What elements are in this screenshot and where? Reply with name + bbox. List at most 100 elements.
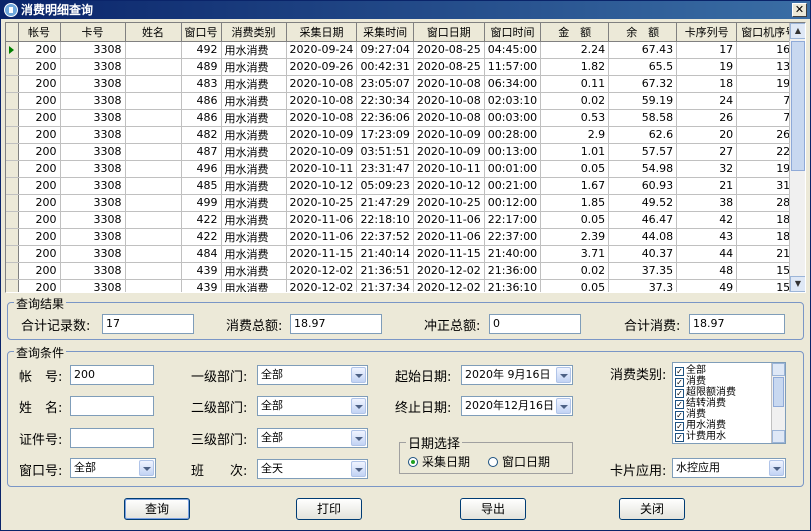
table-cell[interactable]: 23:05:07	[356, 75, 414, 93]
table-cell[interactable]: 492	[181, 41, 222, 59]
table-cell[interactable]: 0.02	[540, 92, 610, 110]
table-cell[interactable]: 2020-10-25	[413, 194, 485, 212]
table-cell[interactable]: 48	[676, 262, 738, 280]
col-header-card-seq[interactable]: 卡序列号	[676, 23, 738, 42]
table-cell[interactable]: 2020-12-02	[286, 279, 358, 292]
date-option-collect[interactable]: 采集日期	[408, 453, 470, 470]
table-cell[interactable]: 21:47:29	[356, 194, 414, 212]
table-cell[interactable]: 用水消费	[221, 211, 287, 229]
table-cell[interactable]: 37.3	[608, 279, 678, 292]
row-header[interactable]	[6, 92, 19, 110]
table-cell[interactable]: 用水消费	[221, 92, 287, 110]
col-header-account[interactable]: 帐号	[18, 23, 61, 42]
category-item[interactable]: ✓ 消费	[675, 409, 706, 420]
table-cell[interactable]: 200	[18, 177, 61, 195]
table-cell[interactable]: 用水消费	[221, 143, 287, 161]
table-cell[interactable]: 200	[18, 126, 61, 144]
table-cell[interactable]: 2020-10-11	[286, 160, 358, 178]
print-button[interactable]: 打印	[296, 498, 362, 520]
table-cell[interactable]: 21	[676, 177, 738, 195]
scroll-up-icon[interactable]	[772, 363, 785, 376]
table-cell[interactable]: 2020-10-25	[286, 194, 358, 212]
row-header[interactable]	[6, 126, 19, 144]
table-cell[interactable]	[125, 245, 182, 263]
table-cell[interactable]: 486	[181, 92, 222, 110]
table-cell[interactable]: 23:31:47	[356, 160, 414, 178]
table-cell[interactable]: 3308	[60, 160, 126, 178]
scroll-up-icon[interactable]: ▲	[790, 23, 805, 39]
category-scrollbar[interactable]	[771, 363, 785, 443]
total-records-field[interactable]: 17	[102, 314, 194, 334]
table-cell[interactable]: 00:42:31	[356, 58, 414, 76]
row-header[interactable]	[6, 211, 19, 229]
table-cell[interactable]: 2020-11-06	[286, 211, 358, 229]
table-cell[interactable]	[125, 211, 182, 229]
table-cell[interactable]: 0.05	[540, 211, 610, 229]
checkbox-checked-icon[interactable]: ✓	[675, 389, 684, 398]
table-cell[interactable]: 2020-12-02	[286, 262, 358, 280]
table-cell[interactable]: 24	[676, 92, 738, 110]
table-cell[interactable]: 1.82	[540, 58, 610, 76]
grid-vertical-scrollbar[interactable]: ▲ ▼	[789, 23, 805, 292]
table-cell[interactable]: 49.52	[608, 194, 678, 212]
table-cell[interactable]: 200	[18, 262, 61, 280]
table-cell[interactable]: 2020-10-08	[286, 75, 358, 93]
table-cell[interactable]: 22:30:34	[356, 92, 414, 110]
window-no-select[interactable]: 全部	[70, 458, 156, 478]
table-cell[interactable]	[125, 143, 182, 161]
chevron-down-icon[interactable]	[351, 430, 366, 446]
table-cell[interactable]: 22:36:06	[356, 109, 414, 127]
table-cell[interactable]: 57.57	[608, 143, 678, 161]
table-cell[interactable]: 2020-08-25	[413, 58, 485, 76]
shift-select[interactable]: 全天	[257, 459, 368, 479]
table-cell[interactable]	[125, 41, 182, 59]
table-row[interactable]: 200 3308 487 用水消费 2020-10-09 03:51:51 2020-10-…	[6, 143, 802, 161]
table-cell[interactable]: 09:27:04	[356, 41, 414, 59]
row-header[interactable]	[6, 41, 19, 59]
chevron-down-icon[interactable]	[351, 398, 366, 414]
row-header[interactable]	[6, 177, 19, 195]
table-cell[interactable]: 用水消费	[221, 279, 287, 292]
table-cell[interactable]: 用水消费	[221, 75, 287, 93]
table-row[interactable]: 200 3308 499 用水消费 2020-10-25 21:47:29 2020-10-…	[6, 194, 802, 212]
col-header-collect-time[interactable]: 采集时间	[356, 23, 414, 42]
table-cell[interactable]: 483	[181, 75, 222, 93]
table-cell[interactable]: 2020-11-15	[413, 245, 485, 263]
checkbox-checked-icon[interactable]: ✓	[675, 422, 684, 431]
table-cell[interactable]: 用水消费	[221, 245, 287, 263]
records-grid[interactable]: 帐号 卡号 姓名 窗口号 消费类别 采集日期 采集时间 窗口日期 窗口时间 金 …	[5, 22, 806, 293]
table-cell[interactable]: 46.47	[608, 211, 678, 229]
table-cell[interactable]: 58.58	[608, 109, 678, 127]
checkbox-checked-icon[interactable]: ✓	[675, 411, 684, 420]
table-cell[interactable]: 200	[18, 279, 61, 292]
table-cell[interactable]: 22:17:00	[484, 211, 542, 229]
table-cell[interactable]: 2020-10-12	[413, 177, 485, 195]
table-row[interactable]: 200 3308 485 用水消费 2020-10-12 05:09:23 2020-10-…	[6, 177, 802, 195]
category-item[interactable]: ✓ 结转消费	[675, 398, 726, 409]
start-date-picker[interactable]: 2020年 9月16日	[461, 365, 573, 385]
table-cell[interactable]: 200	[18, 75, 61, 93]
category-checklist[interactable]: ✓ 全部 ✓ 消费 ✓ 超限额消费 ✓ 结转消费 ✓ 消费 ✓ 用水消费 ✓ 计费用水	[672, 362, 786, 444]
table-cell[interactable]: 3308	[60, 41, 126, 59]
table-cell[interactable]	[125, 262, 182, 280]
table-cell[interactable]: 484	[181, 245, 222, 263]
table-row[interactable]: 200 3308 439 用水消费 2020-12-02 21:37:34 2020-12-…	[6, 279, 802, 292]
row-header[interactable]	[6, 75, 19, 93]
table-row[interactable]: 200 3308 482 用水消费 2020-10-09 17:23:09 2020-10-…	[6, 126, 802, 144]
table-cell[interactable]: 200	[18, 211, 61, 229]
table-row[interactable]: 200 3308 486 用水消费 2020-10-08 22:30:34 2020-10-…	[6, 92, 802, 110]
category-item[interactable]: ✓ 超限额消费	[675, 387, 736, 398]
col-header-collect-date[interactable]: 采集日期	[286, 23, 358, 42]
table-cell[interactable]: 2020-10-09	[286, 143, 358, 161]
table-cell[interactable]	[125, 279, 182, 292]
table-cell[interactable]: 422	[181, 211, 222, 229]
table-cell[interactable]: 21:36:10	[484, 279, 542, 292]
table-cell[interactable]: 用水消费	[221, 41, 287, 59]
table-cell[interactable]: 02:03:10	[484, 92, 542, 110]
table-cell[interactable]: 2020-10-12	[286, 177, 358, 195]
table-cell[interactable]: 22:37:00	[484, 228, 542, 246]
table-row[interactable]: 200 3308 486 用水消费 2020-10-08 22:36:06 2020-10-…	[6, 109, 802, 127]
scroll-thumb[interactable]	[791, 41, 805, 171]
export-button[interactable]: 导出	[460, 498, 526, 520]
col-header-window-no[interactable]: 窗口号	[181, 23, 222, 42]
